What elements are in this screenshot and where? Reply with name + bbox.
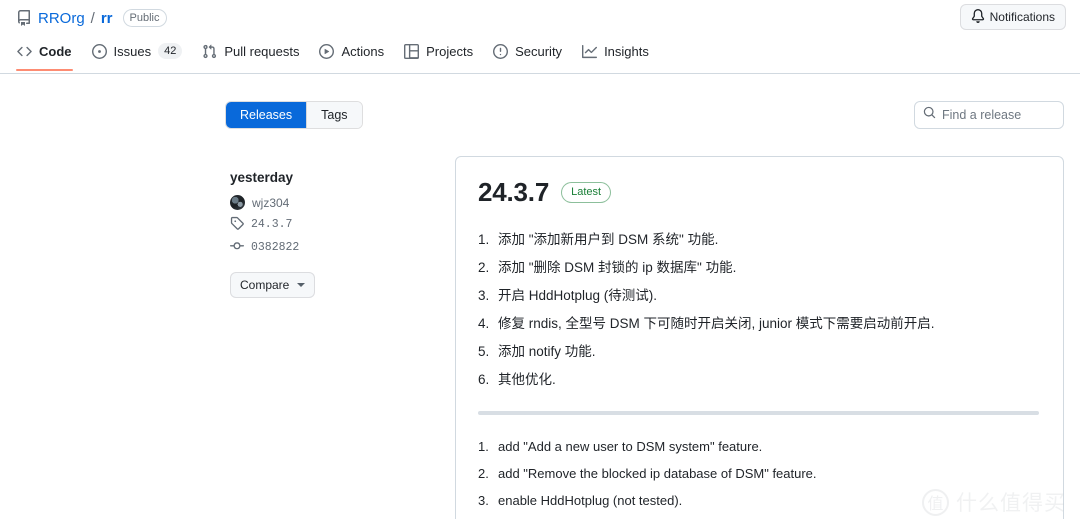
tab-releases[interactable]: Releases xyxy=(226,102,307,128)
breadcrumb-separator: / xyxy=(90,9,95,27)
issue-opened-icon xyxy=(91,43,107,59)
release-row: yesterday wjz304 24.3.7 0382822 Compare … xyxy=(0,130,1080,519)
repo-nav: Code Issues 42 Pull requests Actions Pro… xyxy=(0,36,1080,74)
table-icon xyxy=(404,43,420,59)
search-input[interactable] xyxy=(942,108,1055,122)
git-pull-request-icon xyxy=(202,44,217,59)
release-card: 24.3.7 Latest 添加 "添加新用户到 DSM 系统" 功能. 添加 … xyxy=(455,156,1064,519)
tag-icon xyxy=(230,216,244,233)
release-notes-english: add "Add a new user to DSM system" featu… xyxy=(478,437,1039,519)
notifications-button[interactable]: Notifications xyxy=(959,4,1066,30)
repo-name-link[interactable]: rr xyxy=(101,10,113,27)
nav-tab-issues[interactable]: Issues 42 xyxy=(83,36,192,66)
nav-tab-projects-label: Projects xyxy=(426,43,474,59)
nav-tab-security-label: Security xyxy=(515,43,563,59)
release-title[interactable]: 24.3.7 xyxy=(478,177,549,208)
list-item: 添加 notify 功能. xyxy=(478,342,596,363)
issues-count-badge: 42 xyxy=(158,43,183,59)
release-title-row: 24.3.7 Latest xyxy=(478,177,1039,208)
release-author[interactable]: wjz304 xyxy=(230,195,375,210)
list-item: add "Add a new user to DSM system" featu… xyxy=(478,437,763,457)
nav-tab-actions[interactable]: Actions xyxy=(310,36,393,66)
releases-toolbar: Releases Tags xyxy=(0,100,1080,130)
release-commit[interactable]: 0382822 xyxy=(230,239,375,256)
nav-tab-projects[interactable]: Projects xyxy=(395,36,482,66)
list-item: enable HddHotplug (not tested). xyxy=(478,491,683,511)
list-item: 修复 rndis, 全型号 DSM 下可随时开启关闭, junior 模式下需要… xyxy=(478,314,935,335)
graph-icon xyxy=(582,44,598,59)
code-icon xyxy=(17,44,32,59)
bell-icon xyxy=(971,8,985,26)
release-commit-sha: 0382822 xyxy=(251,241,300,254)
release-tag-name: 24.3.7 xyxy=(251,218,293,231)
release-tag[interactable]: 24.3.7 xyxy=(230,216,375,233)
visibility-badge: Public xyxy=(122,9,167,27)
nav-tab-code[interactable]: Code xyxy=(8,36,81,71)
list-item: 开启 HddHotplug (待测试). xyxy=(478,286,658,307)
notes-divider xyxy=(478,410,1039,415)
release-date: yesterday xyxy=(230,170,294,185)
nav-tab-pull-requests-label: Pull requests xyxy=(224,43,300,59)
repo-owner-link[interactable]: RROrg xyxy=(38,10,85,27)
nav-tab-issues-label: Issues xyxy=(113,43,152,59)
repo-header: RROrg / rr Public Notifications xyxy=(0,0,1080,36)
list-item: add "Remove the blocked ip database of D… xyxy=(478,464,817,484)
nav-tab-pull-requests[interactable]: Pull requests xyxy=(193,36,308,66)
list-item: 添加 "删除 DSM 封锁的 ip 数据库" 功能. xyxy=(478,258,737,279)
releases-page: Releases Tags yesterday wjz304 xyxy=(0,74,1080,519)
git-commit-icon xyxy=(230,239,244,256)
release-author-name: wjz304 xyxy=(252,195,290,210)
nav-tab-code-label: Code xyxy=(39,43,72,59)
header-actions: Notifications xyxy=(959,4,1066,30)
list-item: 其他优化. xyxy=(478,370,556,391)
shield-icon xyxy=(493,43,509,59)
nav-tab-security[interactable]: Security xyxy=(484,36,571,66)
chevron-down-icon xyxy=(297,283,306,287)
play-icon xyxy=(319,43,335,59)
list-item: 添加 "添加新用户到 DSM 系统" 功能. xyxy=(478,230,719,251)
nav-tab-insights[interactable]: Insights xyxy=(573,36,658,66)
search-icon xyxy=(923,106,936,124)
release-meta: yesterday wjz304 24.3.7 0382822 Compare xyxy=(0,170,455,519)
latest-badge: Latest xyxy=(561,182,612,203)
release-search[interactable] xyxy=(914,101,1064,129)
release-body: 添加 "添加新用户到 DSM 系统" 功能. 添加 "删除 DSM 封锁的 ip… xyxy=(478,230,1039,519)
nav-tab-insights-label: Insights xyxy=(604,43,649,59)
tab-tags[interactable]: Tags xyxy=(306,102,362,128)
notifications-label: Notifications xyxy=(989,10,1055,24)
repo-icon xyxy=(16,10,32,26)
breadcrumb: RROrg / rr Public xyxy=(16,9,167,27)
compare-button[interactable]: Compare xyxy=(230,272,316,298)
compare-label: Compare xyxy=(240,278,290,292)
nav-tab-actions-label: Actions xyxy=(341,43,385,59)
avatar xyxy=(230,195,245,210)
releases-tags-switch: Releases Tags xyxy=(225,101,363,129)
release-notes-chinese: 添加 "添加新用户到 DSM 系统" 功能. 添加 "删除 DSM 封锁的 ip… xyxy=(478,230,1039,391)
